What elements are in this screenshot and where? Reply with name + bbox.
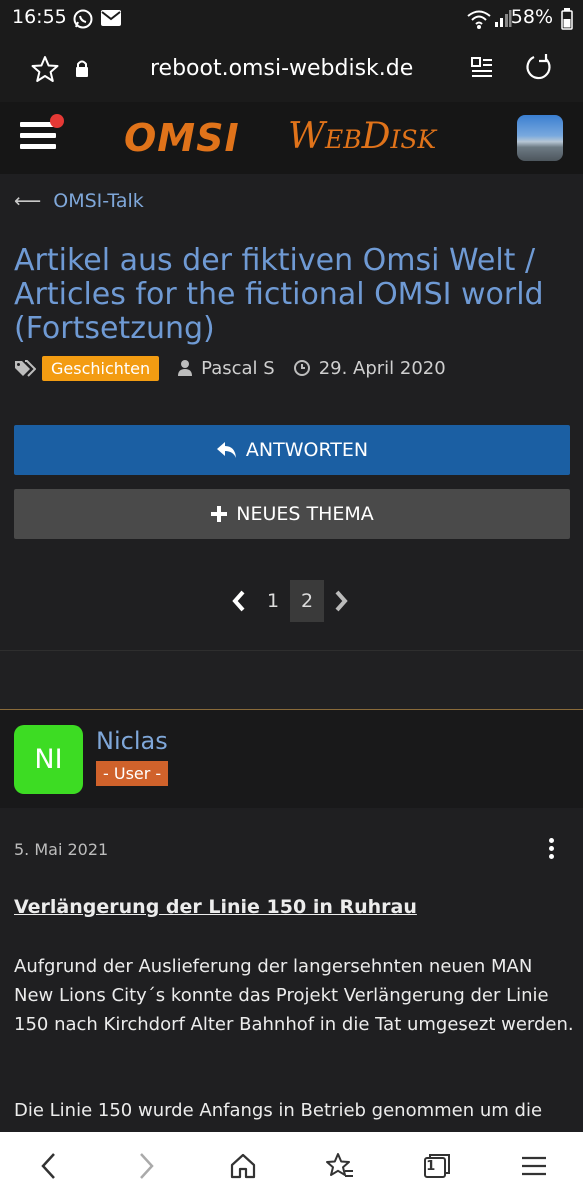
browser-bottom-nav: 1 <box>0 1132 583 1200</box>
page-link-current[interactable]: 2 <box>290 580 324 622</box>
page-title: Artikel aus der fiktiven Omsi Welt / Art… <box>14 243 544 346</box>
wifi-icon <box>467 10 491 29</box>
post-username[interactable]: Niclas <box>96 727 168 755</box>
back-icon[interactable] <box>0 1132 97 1200</box>
user-avatar[interactable] <box>517 115 563 161</box>
gmail-icon <box>101 10 121 26</box>
plus-icon <box>211 506 228 522</box>
reader-icon[interactable] <box>470 56 494 80</box>
status-bar: 16:55 58% <box>0 0 583 36</box>
user-icon <box>178 360 193 376</box>
post-paragraph: Aufgrund der Auslieferung der langersehn… <box>14 956 574 1035</box>
new-topic-button[interactable]: NEUES THEMA <box>14 489 570 539</box>
avatar[interactable]: NI <box>14 725 83 794</box>
post-heading: Verlängerung der Linie 150 in Ruhrau <box>14 896 417 918</box>
next-page-icon[interactable] <box>324 580 358 622</box>
tab-count: 1 <box>426 1159 436 1174</box>
status-time: 16:55 <box>12 6 67 28</box>
pagination: 1 2 <box>222 580 358 622</box>
breadcrumb[interactable]: ⟵ OMSI-Talk <box>14 190 144 212</box>
thread-date: 29. April 2020 <box>318 357 446 379</box>
reply-button[interactable]: ANTWORTEN <box>14 425 570 475</box>
site-logo-omsi[interactable]: OMSI <box>124 116 240 160</box>
post-date[interactable]: 5. Mai 2021 <box>14 840 108 859</box>
tag-badge[interactable]: Geschichten <box>42 355 160 381</box>
url-text[interactable]: reboot.omsi-webdisk.de <box>150 56 413 81</box>
forward-icon[interactable] <box>97 1132 194 1200</box>
lock-icon <box>76 60 88 77</box>
user-role-badge: - User - <box>96 761 169 786</box>
more-options-icon[interactable] <box>549 838 557 862</box>
page-link[interactable]: 1 <box>256 580 290 622</box>
whatsapp-icon <box>73 9 93 29</box>
prev-page-icon[interactable] <box>222 580 256 622</box>
back-arrow-icon: ⟵ <box>14 190 42 212</box>
thread-header: ⟵ OMSI-Talk Artikel aus der fiktiven Omsi… <box>0 174 583 650</box>
star-icon[interactable] <box>30 55 60 83</box>
battery-percent: 58% <box>510 6 553 28</box>
clock-icon <box>293 360 310 376</box>
bookmarks-icon[interactable] <box>292 1132 389 1200</box>
post-header: NI Niclas - User - <box>0 710 583 808</box>
signal-icon <box>495 10 512 27</box>
notification-dot <box>50 114 64 128</box>
reply-icon <box>216 442 236 458</box>
reply-button-label: ANTWORTEN <box>245 439 369 461</box>
hamburger-menu-icon[interactable] <box>20 114 64 154</box>
new-topic-button-label: NEUES THEMA <box>236 503 374 525</box>
battery-icon <box>561 8 573 30</box>
site-header: OMSI WebDisk <box>0 102 583 174</box>
home-icon[interactable] <box>194 1132 291 1200</box>
site-logo-webdisk[interactable]: WebDisk <box>288 116 436 157</box>
post-paragraph: Die Linie 150 wurde Anfangs in Betrieb g… <box>14 1100 543 1121</box>
reload-icon[interactable] <box>524 53 552 81</box>
tags-icon <box>15 360 36 377</box>
post-body: 5. Mai 2021 Verlängerung der Linie 150 i… <box>0 808 583 1132</box>
breadcrumb-label[interactable]: OMSI-Talk <box>53 190 144 212</box>
thread-author[interactable]: Pascal S <box>201 358 275 379</box>
thread-meta: Geschichten Pascal S 29. April 2020 <box>14 354 464 382</box>
section-divider <box>0 650 583 710</box>
menu-icon[interactable] <box>486 1132 583 1200</box>
tabs-icon[interactable]: 1 <box>389 1132 486 1200</box>
browser-url-bar: reboot.omsi-webdisk.de <box>0 36 583 102</box>
